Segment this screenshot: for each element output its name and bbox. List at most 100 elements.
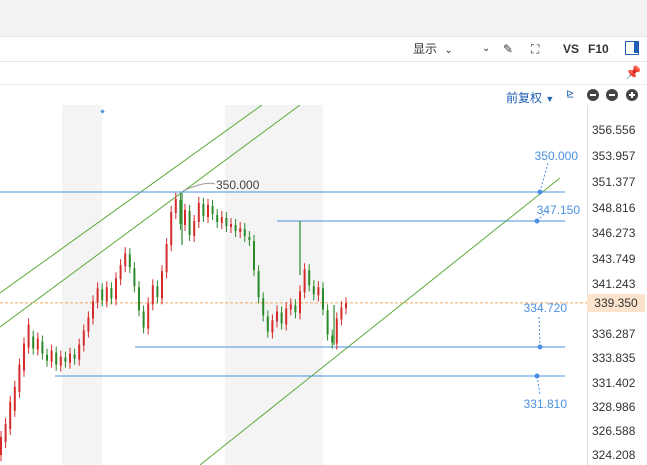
candle-body bbox=[266, 316, 269, 332]
candle-body bbox=[18, 364, 21, 392]
fullscreen-icon[interactable]: ⛶ bbox=[531, 40, 539, 58]
label-connector bbox=[539, 162, 549, 193]
candle-body bbox=[165, 244, 168, 273]
y-tick-label: 343.749 bbox=[592, 251, 636, 266]
candle-body bbox=[36, 338, 39, 350]
candle-body bbox=[289, 304, 292, 310]
candle-body bbox=[101, 289, 104, 301]
candle-body bbox=[32, 336, 35, 349]
candle-body bbox=[124, 253, 127, 267]
candle-body bbox=[197, 202, 200, 222]
candle-body bbox=[9, 401, 12, 429]
candle-body bbox=[184, 209, 186, 226]
candle-body bbox=[69, 353, 71, 363]
pin-icon[interactable]: 📌 bbox=[625, 65, 641, 81]
y-tick-label: 341.243 bbox=[592, 276, 636, 291]
candle-body bbox=[308, 270, 311, 286]
level-label: 334.720 bbox=[524, 301, 568, 315]
candle-body bbox=[133, 268, 136, 287]
candle-body bbox=[253, 241, 255, 271]
candle-body bbox=[276, 311, 278, 322]
level-label: 350.000 bbox=[535, 149, 579, 163]
panel-toggle-icon[interactable] bbox=[625, 41, 639, 55]
candle-body bbox=[27, 324, 30, 348]
candle-body bbox=[211, 205, 214, 214]
candle-body bbox=[294, 305, 297, 313]
candle-body bbox=[326, 310, 329, 335]
candle-body bbox=[170, 211, 173, 246]
y-tick-label: 348.816 bbox=[592, 200, 636, 215]
peak-callout-line bbox=[182, 182, 216, 192]
candle-body bbox=[147, 303, 150, 329]
candle-body bbox=[92, 301, 94, 319]
candle-body bbox=[23, 343, 25, 371]
y-tick-label: 346.273 bbox=[592, 226, 636, 241]
level-label: 347.150 bbox=[537, 203, 581, 217]
candle-body bbox=[151, 285, 154, 305]
vs-button[interactable]: VS bbox=[563, 40, 579, 58]
candle-body bbox=[55, 352, 58, 365]
candle-body bbox=[331, 335, 334, 343]
y-tick-label: 336.287 bbox=[592, 326, 636, 341]
label-connector bbox=[536, 375, 541, 396]
candle-body bbox=[234, 225, 237, 232]
display-label: 显示 bbox=[413, 42, 438, 56]
label-connector bbox=[538, 314, 541, 348]
candle-body bbox=[225, 217, 228, 227]
candle-body bbox=[317, 287, 320, 296]
candle-body bbox=[299, 291, 301, 314]
candle-body bbox=[280, 312, 283, 324]
candle-body bbox=[257, 271, 260, 298]
y-tick-label: 353.957 bbox=[592, 149, 636, 164]
channel-line bbox=[0, 105, 263, 294]
candle-body bbox=[271, 320, 274, 333]
candle-body bbox=[87, 317, 90, 332]
caret-down-icon: ▼ bbox=[545, 94, 555, 104]
candle-body bbox=[110, 288, 113, 299]
chevron-down-icon: ⌄ bbox=[444, 45, 453, 56]
reset-zoom-icon[interactable] bbox=[606, 89, 618, 104]
candle-body bbox=[303, 269, 306, 293]
session-band bbox=[62, 105, 102, 465]
candle-body bbox=[0, 436, 2, 456]
candle-body bbox=[119, 265, 122, 280]
y-tick-label: 324.208 bbox=[592, 448, 636, 462]
candle-body bbox=[322, 288, 324, 310]
y-tick-label: 326.588 bbox=[592, 424, 636, 439]
candle-body bbox=[82, 330, 85, 346]
title-bar bbox=[0, 0, 647, 37]
chevron-down-icon[interactable]: ⌄ bbox=[482, 40, 490, 58]
display-menu[interactable]: 显示 ⌄ bbox=[413, 40, 453, 60]
current-price-tag: 339.350 bbox=[587, 293, 645, 312]
mode-bar: 前复权 ▼ ⊵ bbox=[0, 85, 647, 107]
log-axis-icon[interactable]: ⊵ bbox=[566, 89, 574, 100]
candle-body bbox=[156, 286, 159, 298]
zoom-in-icon[interactable] bbox=[626, 89, 638, 104]
candle-body bbox=[41, 341, 44, 354]
candle-body bbox=[138, 287, 140, 311]
candle-body bbox=[59, 356, 62, 366]
candle-body bbox=[335, 318, 338, 344]
candle-body bbox=[73, 354, 76, 359]
candle-body bbox=[207, 204, 209, 217]
candlestick-chart[interactable]: 350.000 350.000 347.150 334.720 331.810 bbox=[0, 105, 587, 465]
candle-body bbox=[161, 271, 163, 299]
candle-body bbox=[345, 303, 347, 309]
candle-body bbox=[78, 344, 81, 360]
pen-icon[interactable]: ✎ bbox=[503, 40, 513, 58]
chart-toolbar: 显示 ⌄ ⌄ ✎ ⛶ VS F10 bbox=[0, 37, 647, 90]
candle-body bbox=[179, 199, 182, 224]
candle-body bbox=[128, 254, 131, 268]
f10-button[interactable]: F10 bbox=[588, 40, 609, 58]
candle-body bbox=[4, 423, 7, 443]
candle-body bbox=[239, 228, 242, 233]
candle-body bbox=[202, 203, 205, 216]
candle-body bbox=[230, 223, 232, 228]
adjust-mode-button[interactable]: 前复权 ▼ bbox=[506, 89, 554, 106]
zoom-out-icon[interactable] bbox=[587, 89, 599, 104]
y-tick-label: 351.377 bbox=[592, 175, 636, 190]
candle-body bbox=[340, 307, 343, 320]
candle-body bbox=[105, 287, 108, 302]
candle-body bbox=[142, 311, 145, 328]
candle-body bbox=[262, 298, 265, 316]
